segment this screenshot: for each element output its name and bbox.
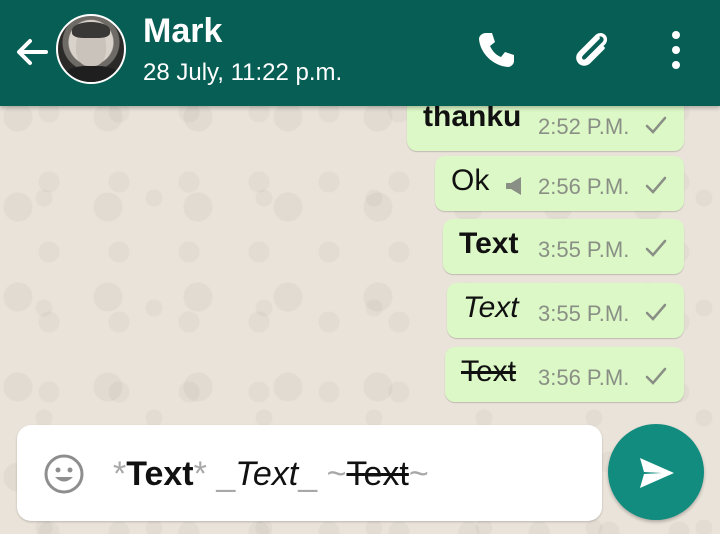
message-bubble[interactable]: Text 3:55 P.M. [447, 283, 684, 338]
strike-marker: ~ [326, 455, 347, 493]
avatar-hair [72, 22, 110, 38]
check-icon [643, 299, 669, 325]
italic-text: Text [235, 455, 299, 493]
message-time: 3:56 P.M. [538, 365, 630, 390]
bold-marker: * [193, 455, 207, 493]
check-icon [643, 235, 669, 261]
avatar-shirt [64, 66, 120, 82]
message-bubble[interactable]: Text 3:55 P.M. [443, 219, 684, 274]
megaphone-icon [503, 174, 527, 200]
italic-marker: _ [216, 455, 236, 493]
message-time: 2:52 P.M. [538, 114, 630, 139]
message-text: Ok [451, 164, 490, 197]
message-time: 3:55 P.M. [538, 301, 630, 326]
strike-text: Text [346, 455, 409, 493]
avatar[interactable] [56, 14, 126, 84]
chat-header: Mark 28 July, 11:22 p.m. [0, 0, 720, 106]
message-text: Text [461, 355, 517, 388]
strike-marker: ~ [408, 455, 429, 493]
check-icon [643, 363, 669, 389]
send-icon [636, 452, 678, 494]
composer-text[interactable]: *Text* _Text_ ~Text~ [113, 455, 429, 494]
message-text: Text [459, 227, 519, 260]
emoji-icon[interactable] [43, 453, 85, 495]
message-bubble[interactable]: Text 3:56 P.M. [445, 347, 684, 402]
check-icon [643, 112, 669, 138]
bold-text: Text [126, 455, 194, 493]
send-button[interactable] [608, 424, 704, 520]
contact-name[interactable]: Mark [143, 12, 222, 51]
phone-icon[interactable] [474, 28, 518, 72]
bold-marker: * [113, 455, 127, 493]
message-text: Text [463, 291, 519, 324]
last-seen: 28 July, 11:22 p.m. [143, 59, 343, 86]
italic-marker: _ [298, 455, 318, 493]
message-input[interactable]: *Text* _Text_ ~Text~ [17, 425, 602, 521]
more-vert-icon[interactable] [662, 28, 690, 72]
message-time: 3:55 P.M. [538, 237, 630, 262]
message-time: 2:56 P.M. [538, 174, 630, 199]
back-arrow-icon[interactable] [12, 32, 52, 72]
check-icon [643, 172, 669, 198]
message-bubble[interactable]: Ok 2:56 P.M. [435, 156, 684, 211]
paperclip-icon[interactable] [568, 26, 616, 74]
